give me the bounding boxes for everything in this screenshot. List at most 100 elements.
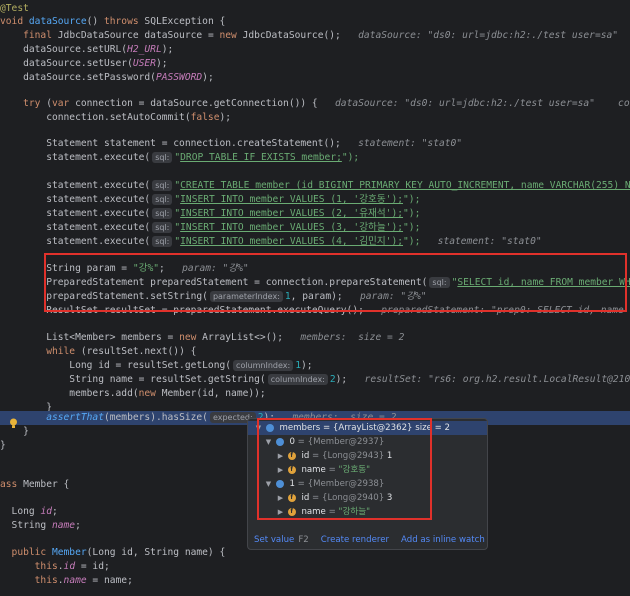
code-token: statement.execute( — [0, 208, 151, 219]
parameter-hint: sql: — [152, 236, 173, 247]
code-token: throws — [103, 16, 145, 27]
code-line[interactable]: while (resultSet.next()) { — [0, 345, 630, 359]
code-token: ); — [202, 72, 214, 83]
code-line[interactable]: try (var connection = dataSource.getConn… — [0, 97, 630, 111]
code-line[interactable]: this.name = name; — [0, 574, 630, 588]
code-token: "); — [341, 152, 360, 163]
code-token: void — [0, 16, 29, 27]
code-token: id — [40, 506, 52, 517]
code-line[interactable]: Long id = resultSet.getLong(columnIndex:… — [0, 359, 630, 373]
code-line[interactable]: statement.execute(sql: "INSERT INTO membe… — [0, 207, 630, 221]
code-token: INSERT INTO member VALUES (3, '강하늘'); — [180, 222, 404, 233]
code-token: ArrayList<>(); — [202, 332, 284, 343]
code-token: ); — [219, 112, 232, 123]
code-token: CREATE TABLE member (id BIGINT PRIMARY K… — [180, 180, 630, 191]
code-token: (members).hasSize( — [103, 412, 208, 423]
code-token: public — [0, 547, 52, 558]
code-token: ; — [75, 520, 81, 531]
code-line[interactable]: dataSource.setPassword(PASSWORD); — [0, 71, 630, 85]
code-line[interactable]: @Test — [0, 2, 630, 16]
code-line[interactable]: dataSource.setUser(USER); — [0, 57, 630, 71]
code-token: DROP TABLE IF EXISTS member; — [180, 152, 342, 163]
code-token: new — [179, 332, 203, 343]
code-token: Member { — [23, 479, 70, 490]
code-token: () — [86, 16, 104, 27]
parameter-hint: sql: — [152, 194, 173, 205]
inline-debug-value: statement: "stat0" — [420, 236, 542, 247]
code-token: ); — [301, 360, 313, 371]
code-token: = id; — [75, 561, 110, 572]
code-line[interactable]: this.id = id; — [0, 560, 630, 574]
code-token: new — [138, 388, 162, 399]
parameter-hint: sql: — [152, 180, 173, 191]
inline-debug-value: dataSource: "ds0: url=jdbc:h2:./test use… — [340, 30, 619, 41]
code-line[interactable]: Statement statement = connection.createS… — [0, 137, 630, 151]
code-token: String name = resultSet.getString( — [0, 374, 266, 385]
parameter-hint: sql: — [152, 208, 173, 219]
code-token: (resultSet.next()) { — [80, 346, 197, 357]
inline-debug-value: members: size = 2 — [283, 332, 405, 343]
code-line[interactable]: statement.execute(sql: "CREATE TABLE memb… — [0, 179, 630, 193]
code-line[interactable]: statement.execute(sql: "INSERT INTO membe… — [0, 193, 630, 207]
code-token: connection.setAutoCommit( — [0, 112, 191, 123]
code-line[interactable]: statement.execute(sql: "DROP TABLE IF EXI… — [0, 151, 630, 165]
code-token: statement.execute( — [0, 152, 151, 163]
code-token: Long id = resultSet.getLong( — [0, 360, 232, 371]
code-token: connection = dataSource.getConnection())… — [75, 98, 318, 109]
code-token: "); — [403, 222, 421, 233]
code-line[interactable]: statement.execute(sql: "INSERT INTO membe… — [0, 235, 630, 249]
popup-footer: Set value F2 Create renderer Add as inline … — [254, 535, 485, 545]
create-renderer-link[interactable]: Create renderer — [321, 535, 389, 545]
code-token: PASSWORD — [155, 72, 203, 83]
code-token: INSERT INTO member VALUES (4, '김민지'); — [180, 236, 404, 247]
code-token: dataSource.setUser( — [0, 58, 133, 69]
code-token: H2_URL — [127, 44, 162, 55]
inline-debug-value: dataSource: "ds0: url=jdbc:h2:./test use… — [335, 98, 630, 109]
code-token: List<Member> members = — [0, 332, 180, 343]
code-line[interactable]: final JdbcDataSource dataSource = new Jd… — [0, 29, 630, 43]
code-token: members.add( — [0, 388, 139, 399]
parameter-hint: sql: — [152, 152, 173, 163]
code-token: INSERT INTO member VALUES (1, '강호동'); — [180, 194, 404, 205]
code-token: "); — [403, 208, 421, 219]
code-token: statement.execute( — [0, 222, 151, 233]
code-token: } — [0, 440, 6, 451]
inline-debug-value: statement: "stat0" — [340, 138, 463, 149]
code-line[interactable]: statement.execute(sql: "INSERT INTO membe… — [0, 221, 630, 235]
code-line[interactable]: List<Member> members = new ArrayList<>()… — [0, 331, 630, 345]
code-token: INSERT INTO member VALUES (2, '유재석'); — [180, 208, 404, 219]
code-line[interactable]: members.add(new Member(id, name)); — [0, 387, 630, 401]
code-token: assertThat — [46, 412, 104, 423]
code-token: Statement statement = connection.createS… — [0, 138, 341, 149]
code-token: dataSource.setURL( — [0, 44, 128, 55]
code-line[interactable]: connection.setAutoCommit(false); — [0, 111, 630, 125]
lightbulb-icon[interactable] — [9, 418, 18, 429]
code-token: statement.execute( — [0, 180, 151, 191]
code-line[interactable]: dataSource.setURL(H2_URL); — [0, 43, 630, 57]
code-token: statement.execute( — [0, 194, 151, 205]
add-inline-watch-link[interactable]: Add as inline watch — [401, 535, 485, 545]
code-token: JdbcDataSource dataSource = — [57, 30, 220, 41]
code-line[interactable]: void dataSource() throws SQLException { — [0, 15, 630, 29]
code-token: name — [51, 520, 76, 531]
code-line[interactable]: String name = resultSet.getString(column… — [0, 373, 630, 387]
code-token: SQLException { — [144, 16, 226, 27]
code-token: name — [63, 575, 87, 586]
code-token: new — [219, 30, 243, 41]
code-token: JdbcDataSource(); — [242, 30, 341, 41]
code-token: ; — [52, 506, 58, 517]
code-token: "); — [403, 194, 421, 205]
code-token: Member — [51, 547, 87, 558]
code-token: dataSource — [28, 16, 87, 27]
debug-tree-highlight-box — [257, 418, 432, 520]
set-value-link[interactable]: Set value — [254, 535, 294, 545]
code-token: String — [0, 520, 52, 531]
code-token: this — [0, 561, 58, 572]
prepared-statement-highlight-box — [44, 253, 627, 312]
code-token: try — [0, 98, 47, 109]
code-token: ); — [335, 374, 348, 385]
code-token: = name; — [86, 575, 133, 586]
code-token: this — [0, 575, 58, 586]
code-token: Long — [0, 506, 41, 517]
